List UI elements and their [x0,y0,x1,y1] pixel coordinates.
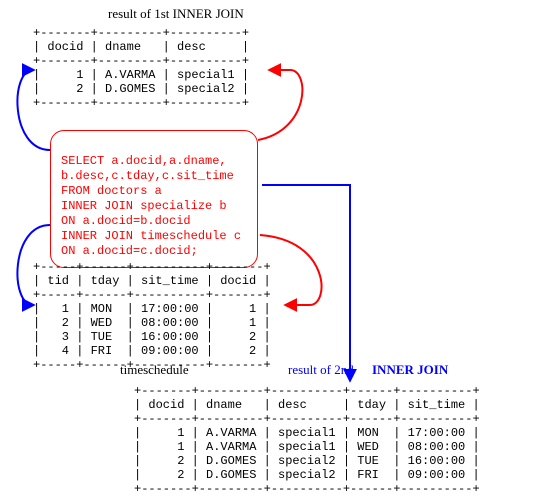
query-line: SELECT a.docid,a.dname, [61,154,227,168]
query-line: b.desc,c.tday,c.sit_time [61,169,234,183]
table4-title-b: INNER JOIN [372,362,448,378]
query-line: FROM doctors a [61,184,162,198]
sql-query-box: SELECT a.docid,a.dname, b.desc,c.tday,c.… [50,130,258,268]
query-line: ON a.docid=c.docid; [61,244,198,258]
table-second-join: +-------+---------+----------+------+---… [134,384,480,496]
table4-title-a: result of 2nd [288,362,354,378]
arrow-table1-to-query [258,70,302,140]
table-first-join: +-------+---------+----------+ | docid |… [33,26,249,110]
table1-title: result of 1st INNER JOIN [108,6,244,22]
query-line: INNER JOIN timeschedule c [61,229,241,243]
table-timeschedule: +-----+------+----------+-------+ | tid … [33,260,271,372]
arrow-query-to-result2 [262,185,350,380]
query-line: ON a.docid=b.docid [61,214,191,228]
query-line: INNER JOIN specialize b [61,199,227,213]
